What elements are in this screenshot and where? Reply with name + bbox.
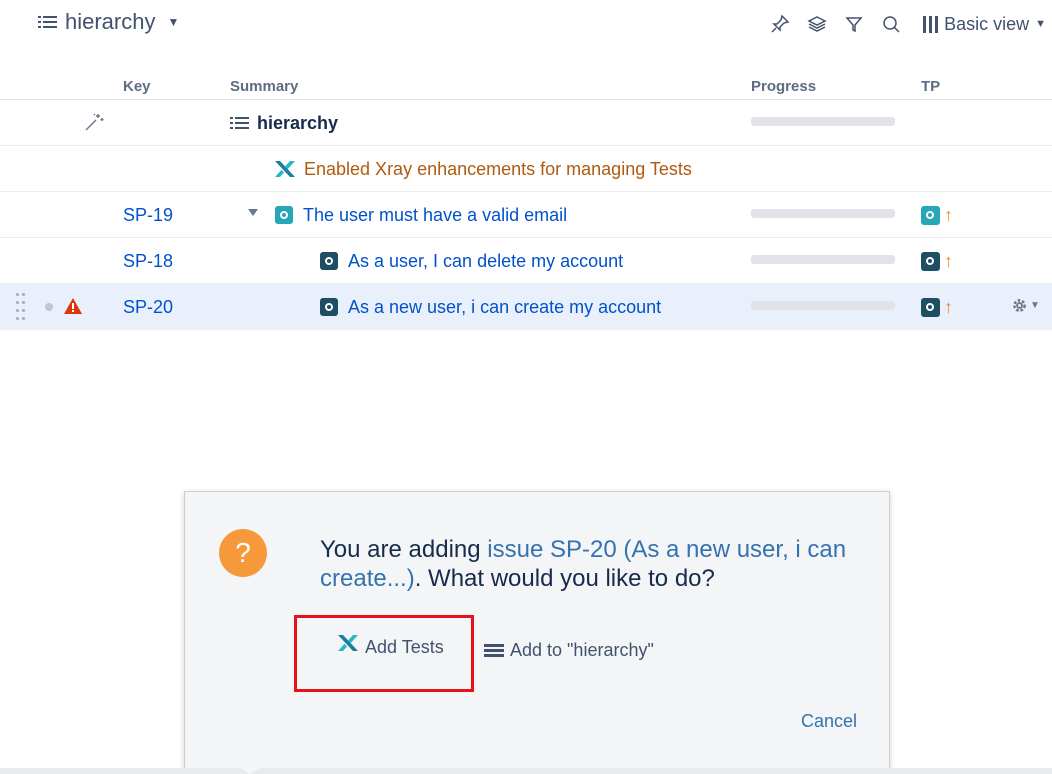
xray-icon (275, 161, 295, 177)
add-tests-label: Add Tests (365, 637, 444, 657)
summary-cell: As a user, I can delete my account (320, 238, 623, 284)
issue-key[interactable]: SP-20 (123, 284, 173, 330)
structure-title: hierarchy (65, 9, 156, 34)
summary-text[interactable]: As a new user, i can create my account (348, 297, 661, 318)
structure-icon (230, 116, 249, 130)
message-prefix: You are adding (320, 536, 488, 563)
search-button[interactable] (872, 10, 909, 38)
summary-text[interactable]: The user must have a valid email (303, 205, 567, 226)
issue-type-icon (921, 205, 940, 225)
issue-type-icon (320, 298, 338, 316)
issue-type-icon (921, 297, 940, 317)
columns-icon (923, 15, 939, 33)
structure-icon (38, 15, 57, 29)
structure-selector[interactable]: hierarchy ▼ (38, 9, 179, 35)
progress-bar (751, 209, 895, 218)
structure-icon (484, 644, 504, 657)
chevron-down-icon: ▼ (1030, 300, 1040, 311)
bottom-divider (0, 768, 1052, 774)
drag-handle[interactable] (16, 293, 25, 320)
message-suffix: . What would you like to do? (414, 565, 715, 592)
table-row[interactable]: hierarchy (0, 100, 1052, 146)
priority-arrow-up-icon: ↑ (944, 204, 953, 225)
issue-type-icon (921, 251, 940, 271)
progress-bar (751, 255, 895, 264)
expand-toggle[interactable] (248, 209, 258, 216)
cancel-button[interactable]: Cancel (801, 711, 857, 732)
progress-bar (751, 301, 895, 310)
chevron-down-icon: ▼ (1035, 18, 1046, 30)
column-header-progress[interactable]: Progress (751, 78, 816, 95)
add-issue-dialog: ? You are adding issue SP-20 (As a new u… (184, 491, 890, 770)
table-row[interactable]: Enabled Xray enhancements for managing T… (0, 146, 1052, 192)
priority-arrow-up-icon: ↑ (944, 296, 953, 317)
dialog-message: You are adding issue SP-20 (As a new use… (320, 535, 850, 593)
column-header-summary[interactable]: Summary (230, 78, 298, 95)
table-row-selected[interactable]: SP-20 As a new user, i can create my acc… (0, 284, 1052, 330)
search-icon (882, 16, 900, 33)
view-selector[interactable]: Basic view ▼ (923, 14, 1052, 35)
filter-button[interactable] (835, 10, 872, 38)
filter-icon (844, 17, 863, 33)
issue-key[interactable]: SP-18 (123, 238, 173, 284)
tp-cell: ↑ (921, 238, 953, 284)
layers-icon (806, 16, 827, 32)
summary-text: hierarchy (257, 112, 339, 133)
summary-text[interactable]: As a user, I can delete my account (348, 251, 623, 272)
gear-icon (1013, 299, 1026, 312)
tp-cell: ↑ (921, 192, 953, 238)
table-row[interactable]: SP-19 The user must have a valid email ↑ (0, 192, 1052, 238)
pin-icon (771, 14, 790, 33)
summary-cell: The user must have a valid email (275, 192, 567, 238)
summary-text: Enabled Xray enhancements for managing T… (304, 158, 692, 179)
pin-button[interactable] (761, 10, 798, 38)
summary-cell: Enabled Xray enhancements for managing T… (274, 146, 692, 192)
add-tests-button[interactable]: Add Tests (337, 634, 444, 658)
issue-type-icon (275, 206, 293, 224)
xray-icon (338, 634, 358, 651)
chevron-down-icon: ▼ (167, 15, 180, 29)
issue-key[interactable]: SP-19 (123, 192, 173, 238)
column-header-tp[interactable]: TP (921, 78, 940, 95)
status-dot (45, 303, 53, 311)
priority-arrow-up-icon: ↑ (944, 250, 953, 271)
column-header-key[interactable]: Key (123, 78, 151, 95)
view-label: Basic view (944, 13, 1030, 34)
dialog-pointer (240, 768, 260, 774)
top-bar: hierarchy ▼ Basic view ▼ (0, 0, 1052, 50)
layers-button[interactable] (798, 10, 835, 38)
toolbar: Basic view ▼ (761, 10, 1052, 38)
table-row[interactable]: SP-18 As a user, I can delete my account… (0, 238, 1052, 284)
tp-cell: ↑ (921, 284, 953, 330)
progress-bar (751, 117, 895, 126)
issue-type-icon (320, 252, 338, 270)
add-to-structure-button[interactable]: Add to "hierarchy" (484, 640, 654, 661)
add-to-label: Add to "hierarchy" (510, 640, 654, 660)
summary-cell: As a new user, i can create my account (320, 284, 661, 330)
warning-icon (64, 298, 82, 314)
row-actions-button[interactable]: ▼ (1011, 297, 1040, 314)
magic-wand-icon (85, 113, 104, 131)
question-icon: ? (219, 529, 267, 577)
summary-cell: hierarchy (230, 100, 338, 146)
